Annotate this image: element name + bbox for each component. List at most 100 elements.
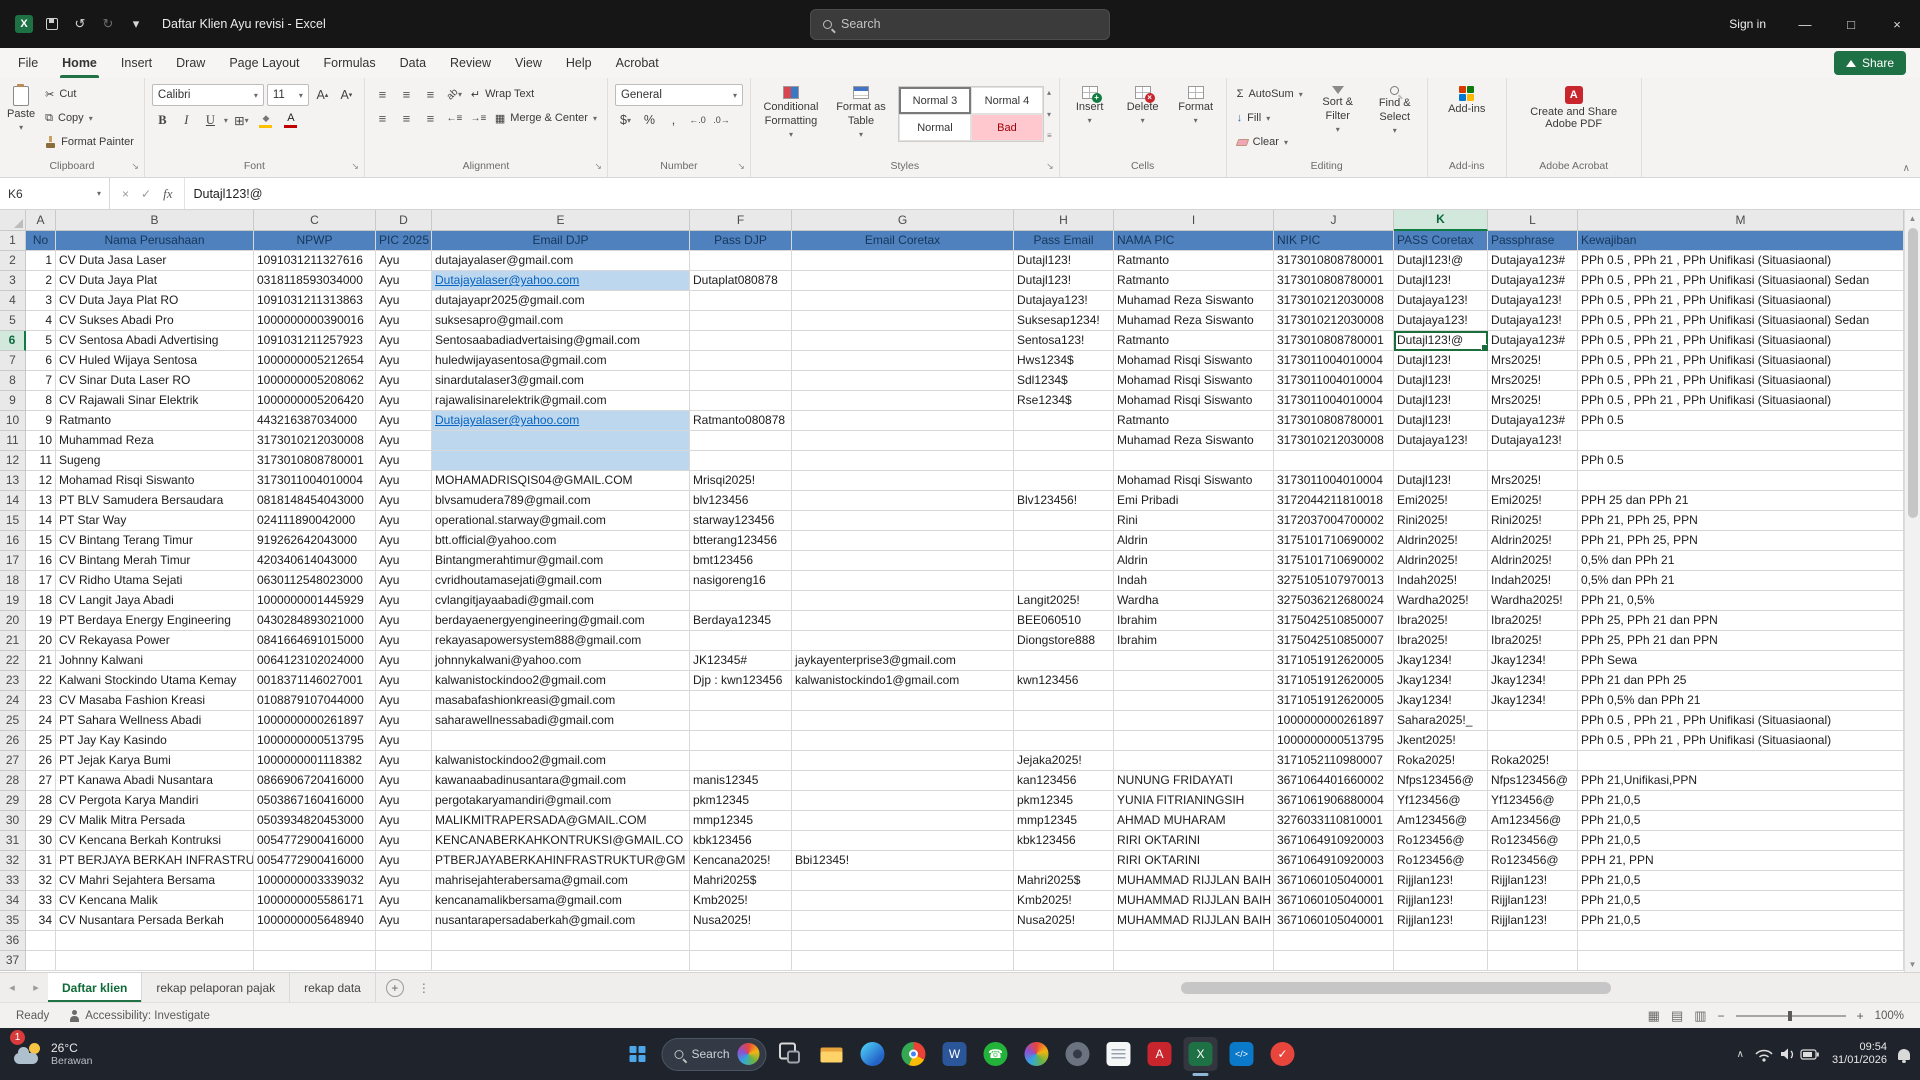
cell-E37[interactable] bbox=[432, 951, 690, 971]
cell-L13[interactable]: Mrs2025! bbox=[1488, 471, 1578, 491]
cell-H26[interactable] bbox=[1014, 731, 1114, 751]
cell-L32[interactable]: Ro123456@ bbox=[1488, 851, 1578, 871]
cell-A27[interactable]: 26 bbox=[26, 751, 56, 771]
cell-C26[interactable]: 1000000000513795 bbox=[254, 731, 376, 751]
cell-E6[interactable]: Sentosaabadiadvertaising@gmail.com bbox=[432, 331, 690, 351]
cell-D29[interactable]: Ayu bbox=[376, 791, 432, 811]
undo-button[interactable]: ↺ bbox=[68, 12, 92, 36]
cell-C29[interactable]: 0503867160416000 bbox=[254, 791, 376, 811]
cell-A22[interactable]: 21 bbox=[26, 651, 56, 671]
menu-tab-draw[interactable]: Draw bbox=[164, 48, 217, 78]
cell-K30[interactable]: Am123456@ bbox=[1394, 811, 1488, 831]
cell-D34[interactable]: Ayu bbox=[376, 891, 432, 911]
cell-E32[interactable]: PTBERJAYABERKAHINFRASTRUKTUR@GM bbox=[432, 851, 690, 871]
sort-filter-button[interactable]: Sort & Filter ▾ bbox=[1313, 82, 1363, 136]
code-icon[interactable]: </> bbox=[1225, 1037, 1259, 1071]
cell-D23[interactable]: Ayu bbox=[376, 671, 432, 691]
cell-J21[interactable]: 3175042510850007 bbox=[1274, 631, 1394, 651]
cell-J16[interactable]: 3175101710690002 bbox=[1274, 531, 1394, 551]
cell-D12[interactable]: Ayu bbox=[376, 451, 432, 471]
start-button[interactable] bbox=[620, 1037, 654, 1071]
row-header-31[interactable]: 31 bbox=[0, 831, 26, 851]
cell-A2[interactable]: 1 bbox=[26, 251, 56, 271]
cell-B19[interactable]: CV Langit Jaya Abadi bbox=[56, 591, 254, 611]
cell-J27[interactable]: 3171052110980007 bbox=[1274, 751, 1394, 771]
cell-L30[interactable]: Am123456@ bbox=[1488, 811, 1578, 831]
notification-bell-icon[interactable] bbox=[1898, 1048, 1910, 1063]
cell-L22[interactable]: Jkay1234! bbox=[1488, 651, 1578, 671]
row-header-12[interactable]: 12 bbox=[0, 451, 26, 471]
vertical-scroll-thumb[interactable] bbox=[1907, 228, 1918, 518]
settings-icon[interactable] bbox=[1061, 1037, 1095, 1071]
cell-B10[interactable]: Ratmanto bbox=[56, 411, 254, 431]
cell-E30[interactable]: MALIKMITRAPERSADA@GMAIL.COM bbox=[432, 811, 690, 831]
file-explorer-icon[interactable] bbox=[815, 1037, 849, 1071]
cell-H29[interactable]: pkm12345 bbox=[1014, 791, 1114, 811]
collapse-ribbon-icon[interactable]: ∧ bbox=[1903, 163, 1910, 174]
cell-C9[interactable]: 1000000005206420 bbox=[254, 391, 376, 411]
sign-in-button[interactable]: Sign in bbox=[1713, 0, 1782, 48]
cell-A14[interactable]: 13 bbox=[26, 491, 56, 511]
cell-D8[interactable]: Ayu bbox=[376, 371, 432, 391]
row-header-36[interactable]: 36 bbox=[0, 931, 26, 951]
align-right-icon[interactable]: ≡ bbox=[420, 108, 441, 128]
cell-G29[interactable] bbox=[792, 791, 1014, 811]
cell-K16[interactable]: Aldrin2025! bbox=[1394, 531, 1488, 551]
notes-icon[interactable] bbox=[1102, 1037, 1136, 1071]
zoom-level[interactable]: 100% bbox=[1875, 1010, 1904, 1022]
cell-D9[interactable]: Ayu bbox=[376, 391, 432, 411]
cell-C21[interactable]: 0841664691015000 bbox=[254, 631, 376, 651]
cell-A26[interactable]: 25 bbox=[26, 731, 56, 751]
cell-E15[interactable]: operational.starway@gmail.com bbox=[432, 511, 690, 531]
cell-K21[interactable]: Ibra2025! bbox=[1394, 631, 1488, 651]
cell-L27[interactable]: Roka2025! bbox=[1488, 751, 1578, 771]
cell-B16[interactable]: CV Bintang Terang Timur bbox=[56, 531, 254, 551]
formula-input[interactable]: Dutajl123!@ bbox=[185, 178, 1920, 209]
cell-I33[interactable]: MUHAMMAD RIJJLAN BAIH bbox=[1114, 871, 1274, 891]
selected-cell-K6[interactable]: Dutajl123!@ bbox=[1394, 331, 1488, 351]
cell-I8[interactable]: Mohamad Risqi Siswanto bbox=[1114, 371, 1274, 391]
cell-F23[interactable]: Djp : kwn123456 bbox=[690, 671, 792, 691]
row-header-34[interactable]: 34 bbox=[0, 891, 26, 911]
row-header-22[interactable]: 22 bbox=[0, 651, 26, 671]
cell-J8[interactable]: 3173011004010004 bbox=[1274, 371, 1394, 391]
close-button[interactable]: × bbox=[1874, 0, 1920, 48]
cell-G1[interactable]: Email Coretax bbox=[792, 231, 1014, 251]
cell-M32[interactable]: PPH 21, PPN bbox=[1578, 851, 1904, 871]
insert-cells-button[interactable]: + Insert ▾ bbox=[1067, 82, 1113, 127]
cell-M14[interactable]: PPH 25 dan PPh 21 bbox=[1578, 491, 1904, 511]
cell-I37[interactable] bbox=[1114, 951, 1274, 971]
cell-L31[interactable]: Ro123456@ bbox=[1488, 831, 1578, 851]
cell-J34[interactable]: 3671060105040001 bbox=[1274, 891, 1394, 911]
cell-B35[interactable]: CV Nusantara Persada Berkah bbox=[56, 911, 254, 931]
cell-F29[interactable]: pkm12345 bbox=[690, 791, 792, 811]
cell-J22[interactable]: 3171051912620005 bbox=[1274, 651, 1394, 671]
cell-F5[interactable] bbox=[690, 311, 792, 331]
cell-F12[interactable] bbox=[690, 451, 792, 471]
percent-style-button[interactable]: % bbox=[639, 110, 660, 130]
style-normal-3[interactable]: Normal 3 bbox=[898, 87, 971, 114]
cell-F6[interactable] bbox=[690, 331, 792, 351]
cell-H3[interactable]: Dutajl123! bbox=[1014, 271, 1114, 291]
cell-I32[interactable]: RIRI OKTARINI bbox=[1114, 851, 1274, 871]
cell-H2[interactable]: Dutajl123! bbox=[1014, 251, 1114, 271]
column-header-I[interactable]: I bbox=[1114, 210, 1274, 231]
cell-G30[interactable] bbox=[792, 811, 1014, 831]
cell-M4[interactable]: PPh 0.5 , PPh 21 , PPh Unifikasi (Situas… bbox=[1578, 291, 1904, 311]
cell-I5[interactable]: Muhamad Reza Siswanto bbox=[1114, 311, 1274, 331]
row-header-23[interactable]: 23 bbox=[0, 671, 26, 691]
cell-G6[interactable] bbox=[792, 331, 1014, 351]
cell-A15[interactable]: 14 bbox=[26, 511, 56, 531]
cell-I20[interactable]: Ibrahim bbox=[1114, 611, 1274, 631]
cell-L21[interactable]: Ibra2025! bbox=[1488, 631, 1578, 651]
cell-K19[interactable]: Wardha2025! bbox=[1394, 591, 1488, 611]
cell-J12[interactable] bbox=[1274, 451, 1394, 471]
cell-H22[interactable] bbox=[1014, 651, 1114, 671]
decrease-indent-icon[interactable]: ←≡ bbox=[444, 108, 465, 128]
clear-button[interactable]: Clear ▾ bbox=[1234, 132, 1306, 152]
confirm-entry-icon[interactable]: ✓ bbox=[141, 187, 151, 201]
cell-H31[interactable]: kbk123456 bbox=[1014, 831, 1114, 851]
cell-L11[interactable]: Dutajaya123! bbox=[1488, 431, 1578, 451]
cell-A31[interactable]: 30 bbox=[26, 831, 56, 851]
cell-F7[interactable] bbox=[690, 351, 792, 371]
